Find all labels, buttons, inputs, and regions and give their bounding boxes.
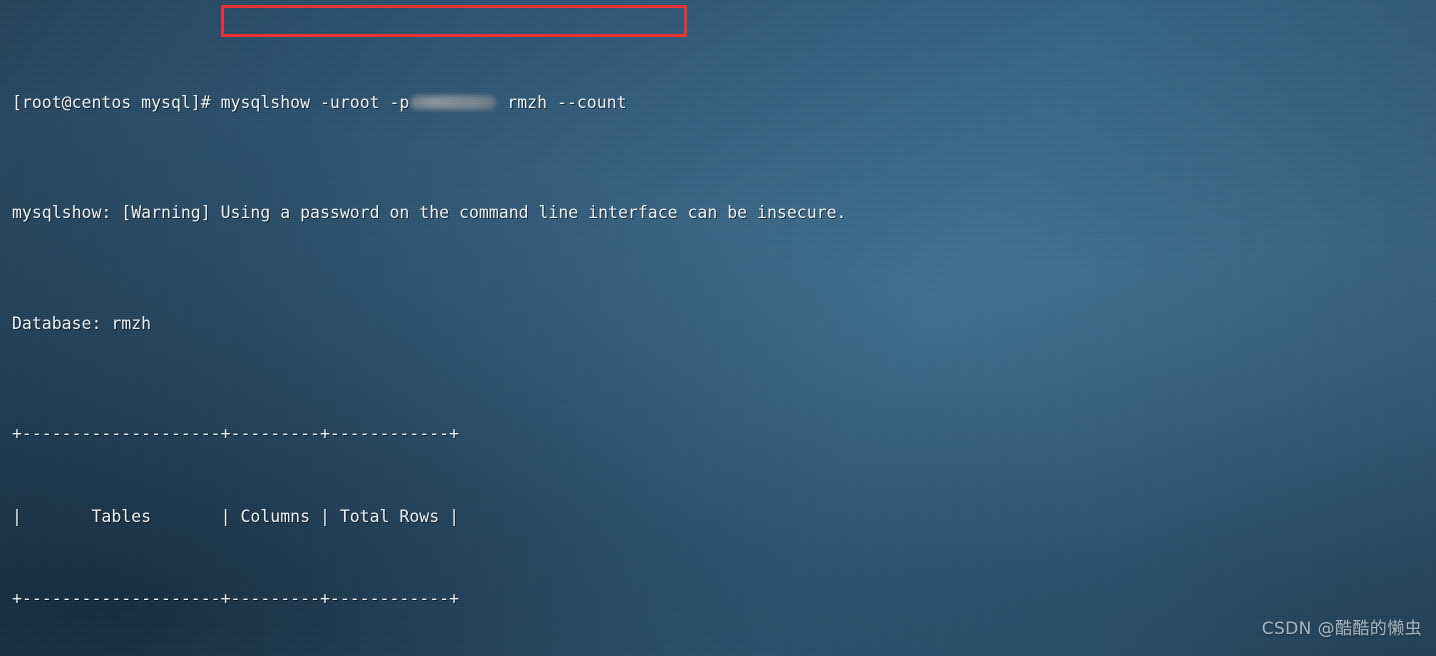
table-rule-top: +--------------------+---------+--------… — [12, 423, 460, 443]
password-redaction — [410, 94, 497, 110]
csdn-watermark: CSDN @酷酷的懒虫 — [1261, 619, 1422, 640]
warning-line: mysqlshow: [Warning] Using a password on… — [12, 203, 847, 223]
table-header-row: | Tables | Columns | Total Rows | — [12, 506, 460, 526]
table-rule-mid: +--------------------+---------+--------… — [12, 589, 460, 609]
terminal-output[interactable]: [root@centos mysql]# mysqlshow -uroot -p… — [12, 6, 846, 656]
database-line: Database: rmzh — [12, 313, 152, 333]
terminal-screen: [root@centos mysql]# mysqlshow -uroot -p… — [0, 0, 1436, 656]
shell-prompt: [root@centos mysql]# — [12, 92, 211, 112]
prompt-line: [root@centos mysql]# mysqlshow -uroot -p… — [12, 89, 846, 117]
command-prefix: mysqlshow -uroot -p — [210, 92, 410, 112]
command-suffix: rmzh --count — [497, 92, 627, 112]
